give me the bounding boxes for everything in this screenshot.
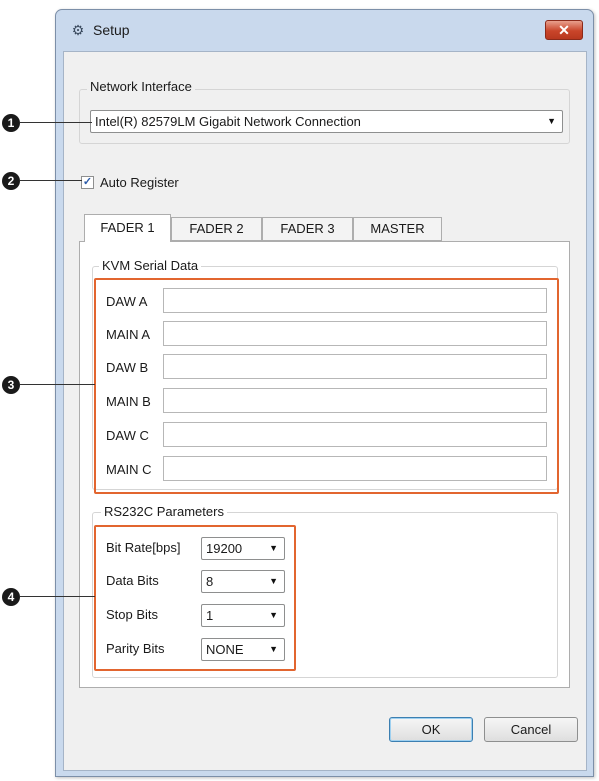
network-interface-value: Intel(R) 82579LM Gigabit Network Connect… — [95, 114, 361, 129]
callout-4-leader — [20, 596, 95, 597]
chevron-down-icon: ▼ — [547, 116, 556, 126]
network-interface-select[interactable]: Intel(R) 82579LM Gigabit Network Connect… — [90, 110, 563, 133]
callout-3-leader — [20, 384, 95, 385]
close-button[interactable]: ✕ — [545, 20, 583, 40]
ok-button[interactable]: OK — [389, 717, 473, 742]
callout-3-highlight — [94, 278, 559, 494]
auto-register-label: Auto Register — [100, 175, 179, 190]
callout-4: 4 — [2, 588, 20, 606]
callout-1: 1 — [2, 114, 20, 132]
cancel-button[interactable]: Cancel — [484, 717, 578, 742]
window-title: Setup — [93, 22, 130, 38]
rs232c-parameters-label: RS232C Parameters — [101, 504, 227, 520]
kvm-serial-data-label: KVM Serial Data — [99, 258, 202, 274]
network-interface-label: Network Interface — [87, 79, 195, 95]
checkmark-icon: ✓ — [82, 176, 93, 188]
callout-2-leader — [20, 180, 82, 181]
tab-fader-2[interactable]: FADER 2 — [171, 217, 262, 241]
tab-fader-1[interactable]: FADER 1 — [84, 214, 171, 242]
tab-master[interactable]: MASTER — [353, 217, 442, 241]
callout-3: 3 — [2, 376, 20, 394]
close-icon: ✕ — [558, 22, 570, 38]
tab-fader-3[interactable]: FADER 3 — [262, 217, 353, 241]
auto-register-checkbox[interactable]: ✓ — [81, 176, 94, 189]
callout-1-leader — [20, 122, 92, 123]
callout-2: 2 — [2, 172, 20, 190]
callout-4-highlight — [94, 525, 296, 671]
gear-icon: ⚙ — [71, 22, 85, 38]
